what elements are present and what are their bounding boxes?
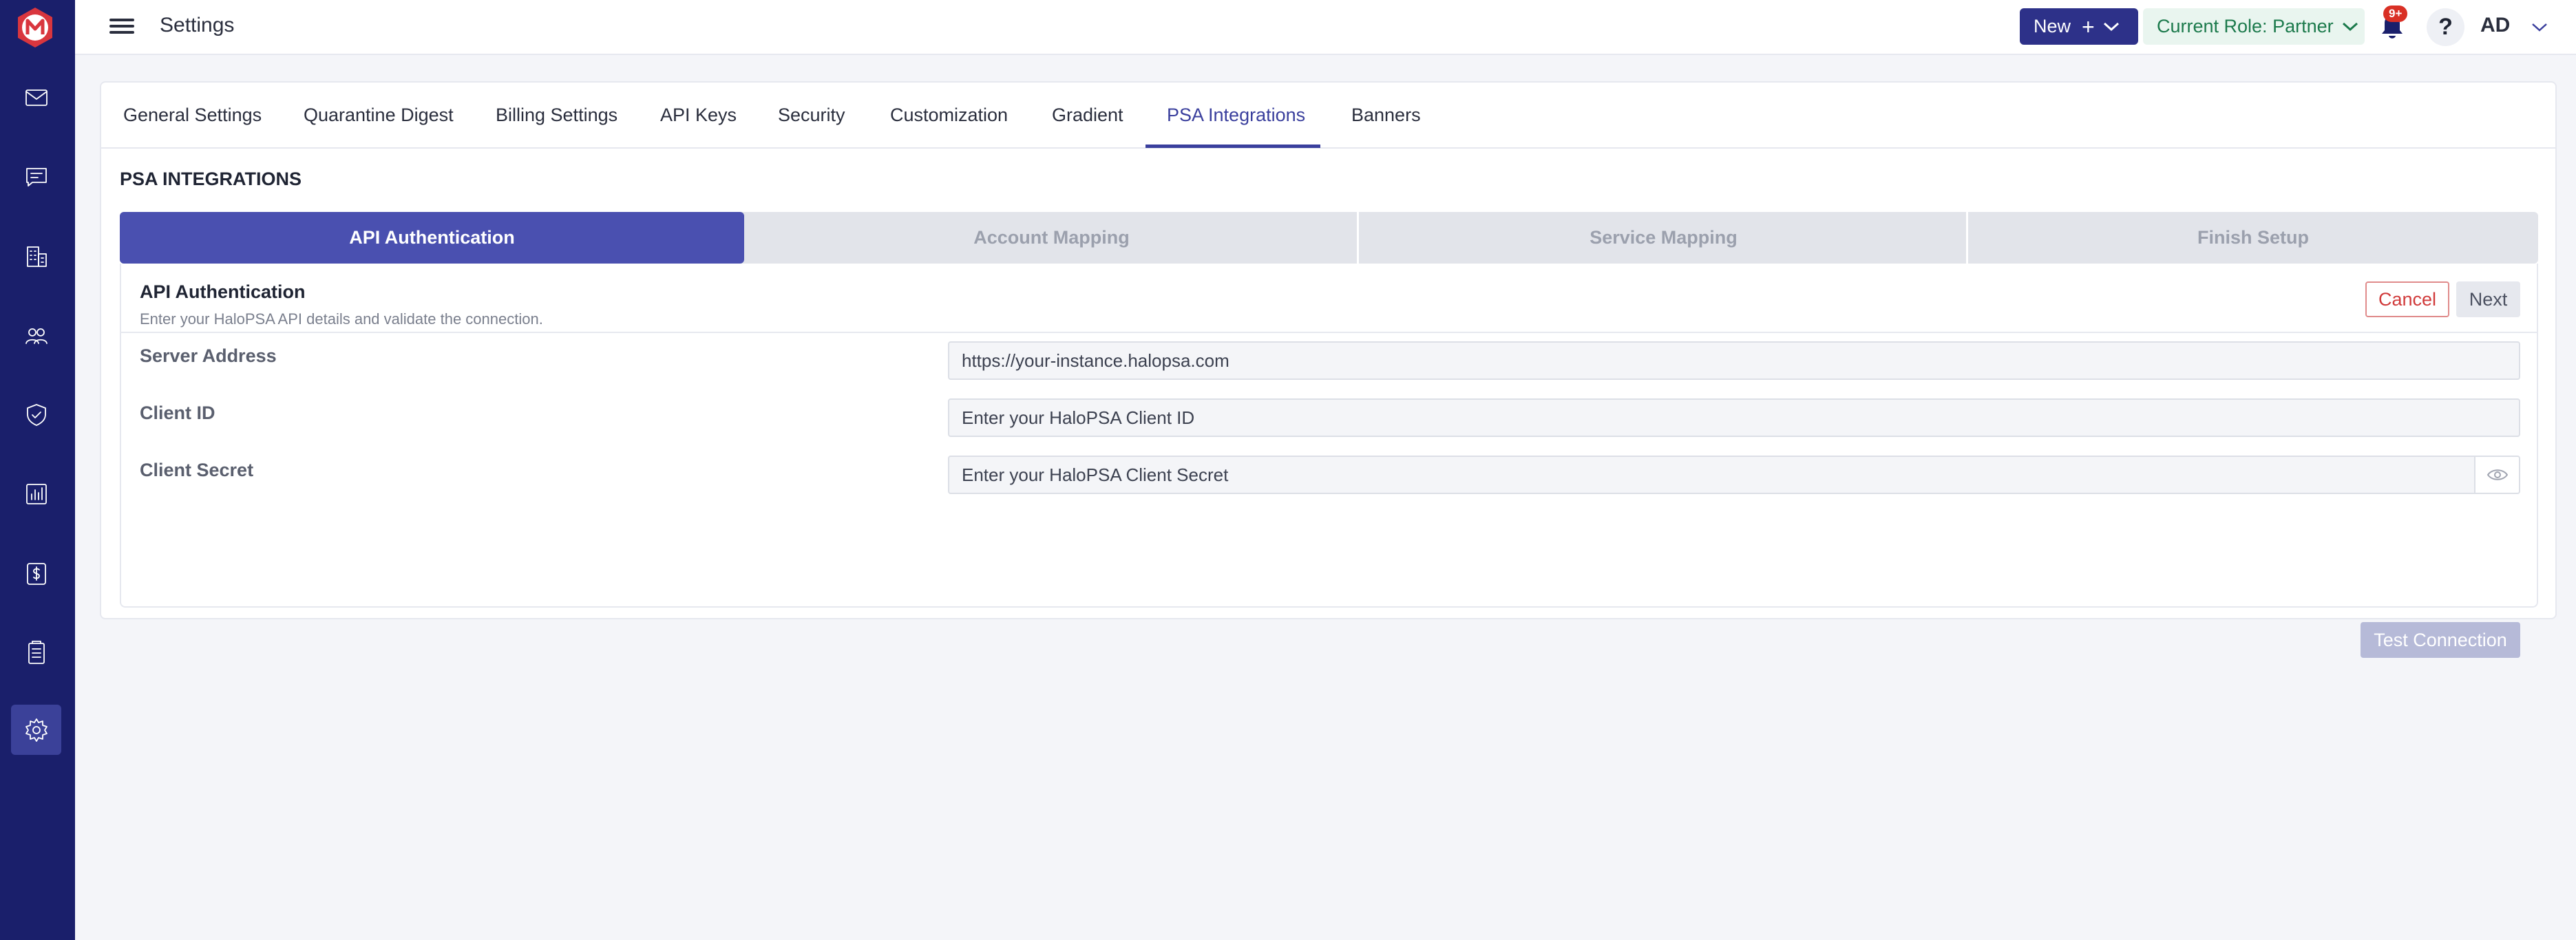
sidebar [0, 0, 75, 940]
new-button-label: New [2034, 16, 2071, 36]
users-icon [25, 328, 47, 344]
panel-subtitle: Enter your HaloPSA API details and valid… [140, 310, 543, 328]
tab-security[interactable]: Security [778, 105, 845, 126]
shield-icon [26, 403, 46, 426]
client-secret-input[interactable]: Enter your HaloPSA Client Secret [948, 456, 2475, 494]
gear-icon [25, 718, 47, 742]
chevron-down-icon[interactable] [2531, 17, 2548, 37]
tab-api-keys[interactable]: API Keys [660, 105, 737, 126]
new-button[interactable]: New + [2020, 8, 2138, 45]
notifications-badge: 9+ [2383, 6, 2408, 22]
client-id-input[interactable]: Enter your HaloPSA Client ID [948, 398, 2520, 437]
step-account-mapping[interactable]: Account Mapping [744, 212, 1359, 264]
settings-tabs: General Settings Quarantine Digest Billi… [101, 83, 2555, 149]
sidebar-item-documents[interactable] [11, 628, 61, 678]
sidebar-item-settings[interactable] [11, 705, 61, 755]
sidebar-item-reports[interactable] [11, 469, 61, 519]
step-service-mapping[interactable]: Service Mapping [1359, 212, 1968, 264]
role-label: Current Role: Partner [2157, 16, 2334, 36]
tab-gradient[interactable]: Gradient [1052, 105, 1123, 126]
server-address-label: Server Address [140, 345, 277, 366]
client-secret-label: Client Secret [140, 460, 254, 480]
sidebar-item-organizations[interactable] [11, 231, 61, 281]
active-tab-indicator [1146, 145, 1320, 148]
sidebar-item-users[interactable] [11, 310, 61, 361]
api-authentication-panel: API Authentication Enter your HaloPSA AP… [120, 264, 2538, 658]
divider [121, 332, 2537, 333]
building-icon [26, 246, 47, 267]
tab-customization[interactable]: Customization [890, 105, 1008, 126]
panel-title: API Authentication [140, 281, 306, 302]
plus-icon: + [2082, 14, 2095, 39]
brand-logo-icon[interactable] [13, 6, 57, 50]
page-title: Settings [160, 14, 235, 36]
mail-icon [25, 89, 47, 106]
test-connection-button[interactable]: Test Connection [2361, 622, 2520, 658]
client-id-label: Client ID [140, 403, 215, 423]
step-finish-setup[interactable]: Finish Setup [1968, 212, 2538, 264]
sidebar-item-mail[interactable] [11, 72, 61, 122]
setup-stepper: API Authentication Account Mapping Servi… [120, 212, 2538, 264]
eye-icon [2487, 469, 2508, 480]
document-icon [28, 640, 45, 664]
cancel-button[interactable]: Cancel [2365, 281, 2449, 317]
server-address-input[interactable]: https://your-instance.halopsa.com [948, 341, 2520, 380]
section-title: PSA INTEGRATIONS [120, 169, 302, 189]
tab-billing-settings[interactable]: Billing Settings [496, 105, 617, 126]
message-icon [25, 167, 47, 186]
chevron-down-icon [2103, 22, 2119, 31]
menu-icon[interactable] [109, 15, 134, 40]
tab-psa-integrations[interactable]: PSA Integrations [1167, 105, 1305, 126]
tab-general-settings[interactable]: General Settings [123, 105, 262, 126]
tab-banners[interactable]: Banners [1351, 105, 1421, 126]
help-button[interactable]: ? [2427, 8, 2464, 46]
sidebar-item-security[interactable] [11, 389, 61, 440]
chart-icon [25, 483, 47, 504]
tab-quarantine-digest[interactable]: Quarantine Digest [304, 105, 454, 126]
chevron-down-icon [2342, 22, 2358, 31]
toggle-visibility-button[interactable] [2474, 456, 2520, 494]
sidebar-item-billing[interactable] [11, 548, 61, 599]
sidebar-item-messages[interactable] [11, 151, 61, 202]
role-selector[interactable]: Current Role: Partner [2143, 8, 2365, 45]
next-button[interactable]: Next [2456, 281, 2520, 317]
avatar[interactable]: AD [2480, 14, 2510, 37]
settings-card: General Settings Quarantine Digest Billi… [100, 81, 2557, 658]
billing-icon [26, 562, 46, 585]
step-api-authentication[interactable]: API Authentication [120, 212, 744, 264]
